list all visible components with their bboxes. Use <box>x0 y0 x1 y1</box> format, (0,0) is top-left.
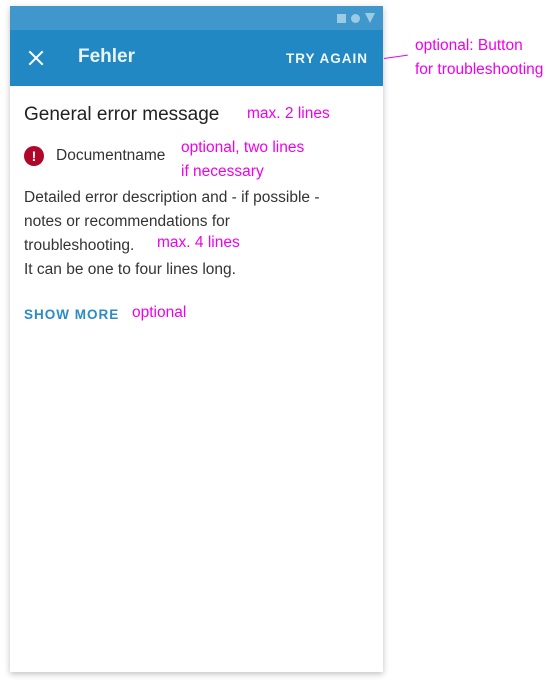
annotation-show-more: optional <box>132 304 187 321</box>
annotation-line: for troubleshooting <box>415 61 544 78</box>
description-line: It can be one to four lines long. <box>24 261 236 278</box>
square-icon <box>337 13 346 23</box>
annotation-pointer-line <box>383 54 408 59</box>
document-row: ! Documentname <box>24 146 165 166</box>
try-again-button[interactable]: TRY AGAIN <box>286 51 368 66</box>
description-line: Detailed error description and - if poss… <box>24 189 320 206</box>
annotation-line: if necessary <box>181 163 264 180</box>
status-bar <box>10 6 383 30</box>
app-bar: Fehler TRY AGAIN <box>10 30 383 86</box>
error-headline: General error message <box>24 104 220 125</box>
close-button[interactable] <box>24 46 48 70</box>
circle-icon <box>351 13 360 23</box>
show-more-button[interactable]: SHOW MORE <box>24 307 119 322</box>
annotation-document: optional, two lines if necessary <box>181 136 304 184</box>
annotation-line: optional: Button <box>415 37 523 54</box>
page-title: Fehler <box>78 46 136 67</box>
annotation-description: max. 4 lines <box>157 234 240 251</box>
close-icon <box>28 50 44 66</box>
document-name: Documentname <box>56 147 166 164</box>
annotation-headline: max. 2 lines <box>247 105 330 122</box>
annotation-line: optional, two lines <box>181 139 305 156</box>
error-exclamation-icon: ! <box>24 146 44 166</box>
annotation-try-again: optional: Button for troubleshooting <box>415 34 543 82</box>
status-icons <box>337 13 375 23</box>
triangle-icon <box>365 13 375 23</box>
